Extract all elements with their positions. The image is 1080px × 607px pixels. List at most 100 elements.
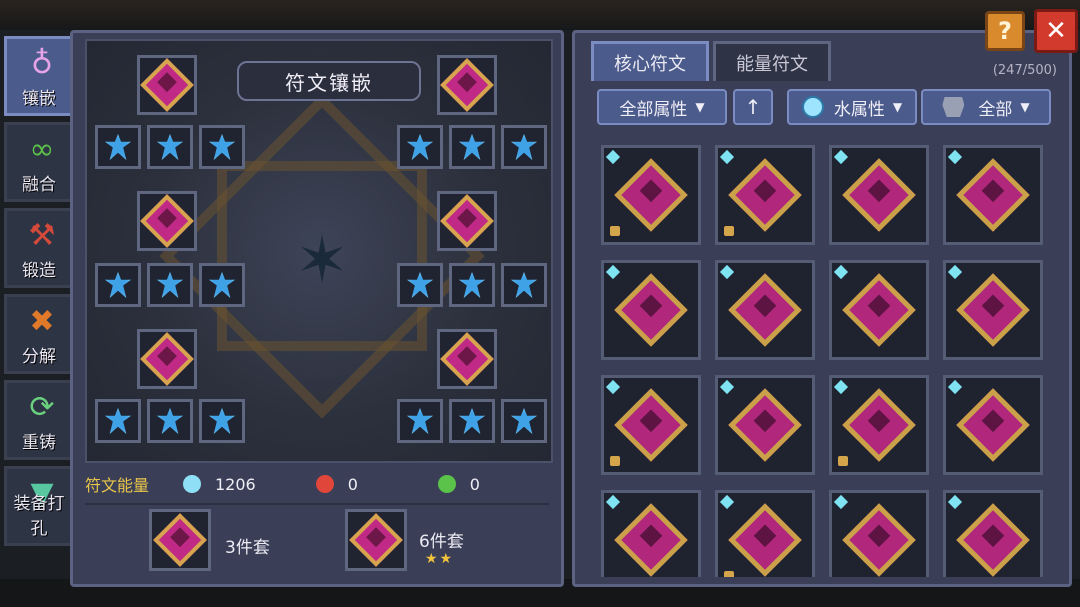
nav-recast[interactable]: ⟳ 重铸 xyxy=(4,380,74,460)
fire-energy: 0 xyxy=(315,475,378,494)
tab-energy-runes[interactable]: 能量符文 xyxy=(713,41,831,81)
rune-card[interactable] xyxy=(943,490,1043,577)
core-slot-5[interactable] xyxy=(137,329,197,389)
nav-drill[interactable]: ▼ 装备打孔 xyxy=(4,466,74,546)
energy-slot[interactable] xyxy=(501,125,547,169)
core-slot-1[interactable] xyxy=(137,55,197,115)
rune-card[interactable] xyxy=(601,145,701,245)
energy-slot[interactable] xyxy=(397,399,443,443)
rune-card[interactable] xyxy=(829,145,929,245)
helmet-icon xyxy=(942,97,965,117)
rune-icon xyxy=(153,513,207,567)
water-rune-icon xyxy=(105,408,131,434)
energy-slot[interactable] xyxy=(397,263,443,307)
dismantle-icon: ✖ xyxy=(29,304,55,339)
core-slot-4[interactable] xyxy=(437,191,497,251)
rune-card[interactable] xyxy=(715,375,815,475)
energy-slot[interactable] xyxy=(95,399,141,443)
water-gem-icon xyxy=(719,494,735,510)
lock-icon xyxy=(838,456,848,466)
rune-icon xyxy=(728,158,802,232)
lock-icon xyxy=(724,571,734,577)
set-bonus-3-slot[interactable] xyxy=(149,509,211,571)
energy-slot[interactable] xyxy=(397,125,443,169)
water-rune-icon xyxy=(209,134,235,160)
attribute-filter[interactable]: 全部属性 ▼ xyxy=(597,89,727,125)
water-rune-icon xyxy=(511,272,537,298)
rune-icon xyxy=(842,273,916,347)
energy-slot[interactable] xyxy=(501,263,547,307)
rune-icon xyxy=(140,58,194,112)
energy-slot[interactable] xyxy=(449,125,495,169)
rune-energy-row: 符文能量 1206 0 0 xyxy=(85,469,549,499)
core-slot-6[interactable] xyxy=(437,329,497,389)
attribute-filter-label: 全部属性 xyxy=(619,99,688,120)
category-filter[interactable]: 全部 ▼ xyxy=(921,89,1051,125)
rune-card[interactable] xyxy=(715,260,815,360)
water-rune-icon xyxy=(407,134,433,160)
water-gem-icon xyxy=(833,264,849,280)
socket-panel: ✶ 符文镶嵌 符文能量 1206 0 0 3件套 6件套 ★★ xyxy=(70,30,564,587)
rune-icon xyxy=(728,273,802,347)
energy-slot[interactable] xyxy=(147,125,193,169)
rune-card[interactable] xyxy=(829,375,929,475)
rune-card[interactable] xyxy=(715,145,815,245)
rune-icon xyxy=(140,194,194,248)
rune-card[interactable] xyxy=(943,145,1043,245)
rune-icon xyxy=(614,158,688,232)
nav-dismantle[interactable]: ✖ 分解 xyxy=(4,294,74,374)
water-gem-icon xyxy=(947,379,963,395)
lock-icon xyxy=(610,456,620,466)
rune-card[interactable] xyxy=(829,260,929,360)
water-rune-icon xyxy=(105,272,131,298)
rune-card[interactable] xyxy=(943,375,1043,475)
rune-card[interactable] xyxy=(601,490,701,577)
tab-core-runes[interactable]: 核心符文 xyxy=(591,41,709,81)
energy-slot[interactable] xyxy=(199,263,245,307)
nav-dismantle-label: 分解 xyxy=(22,347,56,367)
water-gem-icon xyxy=(947,264,963,280)
socket-board: ✶ 符文镶嵌 xyxy=(85,39,553,463)
core-slot-3[interactable] xyxy=(137,191,197,251)
water-rune-icon xyxy=(459,272,485,298)
energy-slot[interactable] xyxy=(95,125,141,169)
nav-recast-label: 重铸 xyxy=(22,433,56,453)
rune-card[interactable] xyxy=(715,490,815,577)
rune-card[interactable] xyxy=(601,260,701,360)
energy-slot[interactable] xyxy=(147,399,193,443)
close-button[interactable]: ✕ xyxy=(1034,9,1078,53)
chevron-down-icon: ▼ xyxy=(1020,100,1030,114)
sort-button[interactable]: ↑ xyxy=(733,89,773,125)
help-button[interactable]: ? xyxy=(985,11,1025,51)
water-rune-icon xyxy=(157,408,183,434)
energy-slot[interactable] xyxy=(199,125,245,169)
energy-slot[interactable] xyxy=(95,263,141,307)
leaf-icon xyxy=(437,475,456,493)
rune-card[interactable] xyxy=(829,490,929,577)
element-filter-label: 水属性 xyxy=(833,99,885,120)
rune-icon xyxy=(956,273,1030,347)
water-gem-icon xyxy=(947,149,963,165)
rune-icon xyxy=(728,503,802,577)
energy-slot[interactable] xyxy=(449,399,495,443)
rune-card[interactable] xyxy=(943,260,1043,360)
nav-merge[interactable]: ∞ 融合 xyxy=(4,122,74,202)
energy-slot[interactable] xyxy=(199,399,245,443)
energy-slot[interactable] xyxy=(147,263,193,307)
set-bonus-6-slot[interactable] xyxy=(345,509,407,571)
nature-energy-value: 0 xyxy=(469,474,480,494)
element-filter[interactable]: 水属性 ▼ xyxy=(787,89,917,125)
lock-icon xyxy=(610,226,620,236)
rune-card[interactable] xyxy=(601,375,701,475)
rune-icon xyxy=(440,332,494,386)
socket-icon: ♁ xyxy=(31,46,53,81)
nav-forge[interactable]: ⚒ 锻造 xyxy=(4,208,74,288)
energy-slot[interactable] xyxy=(501,399,547,443)
energy-slot[interactable] xyxy=(449,263,495,307)
nav-socket[interactable]: ♁ 镶嵌 xyxy=(4,36,74,116)
water-rune-icon xyxy=(511,408,537,434)
set-bonus-6-label: 6件套 xyxy=(419,532,464,552)
rune-icon xyxy=(842,503,916,577)
nav-drill-label: 装备打孔 xyxy=(13,494,65,539)
core-slot-2[interactable] xyxy=(437,55,497,115)
